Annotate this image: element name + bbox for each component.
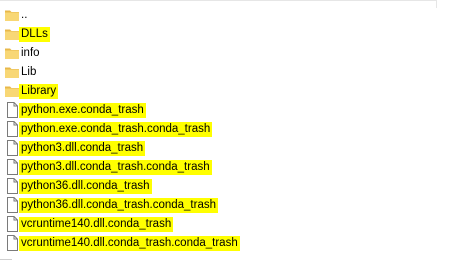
file-icon <box>4 159 20 175</box>
file-name-label: vcruntime140.dll.conda_trash.conda_trash <box>19 236 240 251</box>
list-item-python36-dll-trash-trash[interactable]: python36.dll.conda_trash.conda_trash <box>0 196 454 215</box>
file-list: .. DLLs info Lib Library python.exe.cond… <box>0 6 454 253</box>
file-name-label: python.exe.conda_trash.conda_trash <box>19 122 213 137</box>
folder-icon <box>4 26 20 42</box>
file-icon <box>4 235 20 251</box>
list-item-vcruntime140-dll-trash[interactable]: vcruntime140.dll.conda_trash <box>0 215 454 234</box>
file-name-label: Lib <box>21 66 37 78</box>
file-name-label: python36.dll.conda_trash <box>19 179 152 194</box>
list-item-library[interactable]: Library <box>0 82 454 101</box>
folder-icon <box>4 45 20 61</box>
file-icon <box>4 197 20 213</box>
file-icon <box>4 178 20 194</box>
file-icon <box>4 121 20 137</box>
list-item-lib[interactable]: Lib <box>0 63 454 82</box>
file-name-label: python36.dll.conda_trash.conda_trash <box>19 198 219 213</box>
folder-icon <box>4 64 20 80</box>
list-item-python3-dll-trash[interactable]: python3.dll.conda_trash <box>0 139 454 158</box>
list-item-python3-dll-trash-trash[interactable]: python3.dll.conda_trash.conda_trash <box>0 158 454 177</box>
file-name-label: info <box>21 47 40 59</box>
list-top-border <box>0 0 437 1</box>
list-item-parent-dir[interactable]: .. <box>0 6 454 25</box>
file-name-label: python.exe.conda_trash <box>19 103 146 118</box>
list-item-python36-dll-trash[interactable]: python36.dll.conda_trash <box>0 177 454 196</box>
file-name-label: Library <box>19 84 59 99</box>
list-bottom-edge <box>0 259 12 260</box>
file-name-label: python3.dll.conda_trash.conda_trash <box>19 160 212 175</box>
file-name-label: DLLs <box>19 27 50 42</box>
list-item-dlls[interactable]: DLLs <box>0 25 454 44</box>
list-item-info[interactable]: info <box>0 44 454 63</box>
file-name-label: .. <box>21 9 28 21</box>
list-item-vcruntime140-dll-trash-trash[interactable]: vcruntime140.dll.conda_trash.conda_trash <box>0 234 454 253</box>
folder-icon <box>4 7 20 23</box>
list-item-python-exe-trash[interactable]: python.exe.conda_trash <box>0 101 454 120</box>
file-name-label: python3.dll.conda_trash <box>19 141 146 156</box>
file-icon <box>4 140 20 156</box>
folder-icon <box>4 83 20 99</box>
file-icon <box>4 216 20 232</box>
file-icon <box>4 102 20 118</box>
list-item-python-exe-trash-trash[interactable]: python.exe.conda_trash.conda_trash <box>0 120 454 139</box>
file-name-label: vcruntime140.dll.conda_trash <box>19 217 174 232</box>
